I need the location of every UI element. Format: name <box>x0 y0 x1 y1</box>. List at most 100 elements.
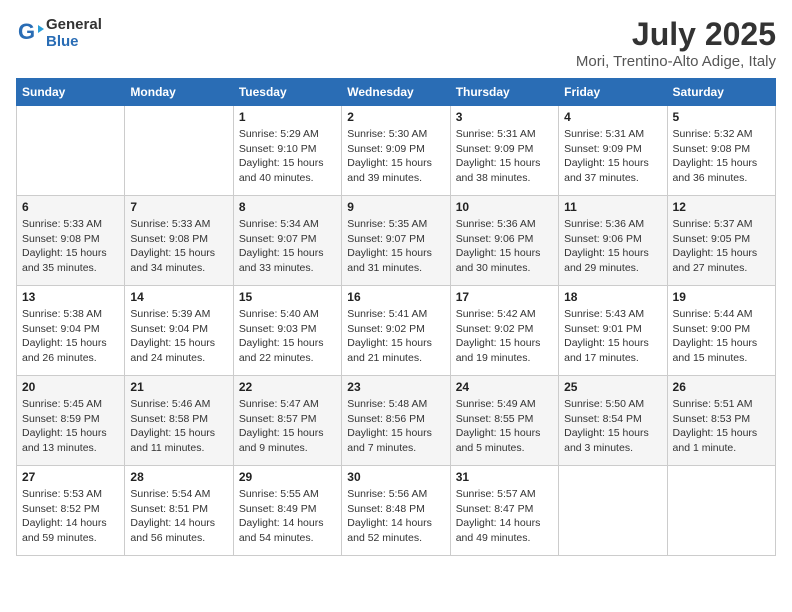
day-number: 14 <box>130 290 227 304</box>
weekday-header-cell: Tuesday <box>233 79 341 106</box>
calendar-cell: 9 Sunrise: 5:35 AM Sunset: 9:07 PM Daylig… <box>342 196 450 286</box>
day-number: 22 <box>239 380 336 394</box>
day-number: 7 <box>130 200 227 214</box>
calendar-body: 1Sunrise: 5:29 AM Sunset: 9:10 PM Daylig… <box>17 106 776 556</box>
calendar-week-row: 27Sunrise: 5:53 AM Sunset: 8:52 PM Dayli… <box>17 466 776 556</box>
day-info: Sunrise: 5:42 AM Sunset: 9:02 PM Dayligh… <box>456 307 553 366</box>
day-info: Sunrise: 5:44 AM Sunset: 9:00 PM Dayligh… <box>673 307 770 366</box>
day-number: 6 <box>22 200 119 214</box>
day-number: 5 <box>673 110 770 124</box>
day-info: Sunrise: 5:35 AM Sunset: 9:07 PM Dayligh… <box>347 217 444 276</box>
day-number: 13 <box>22 290 119 304</box>
logo-icon: G <box>16 19 44 47</box>
calendar-cell: 4Sunrise: 5:31 AM Sunset: 9:09 PM Daylig… <box>559 106 667 196</box>
location-subtitle: Mori, Trentino-Alto Adige, Italy <box>576 53 776 70</box>
logo: G General Blue <box>16 16 102 50</box>
calendar-cell: 16Sunrise: 5:41 AM Sunset: 9:02 PM Dayli… <box>342 286 450 376</box>
day-info: Sunrise: 5:39 AM Sunset: 9:04 PM Dayligh… <box>130 307 227 366</box>
calendar-cell: 27Sunrise: 5:53 AM Sunset: 8:52 PM Dayli… <box>17 466 125 556</box>
day-number: 9 <box>347 200 444 214</box>
day-info: Sunrise: 5:45 AM Sunset: 8:59 PM Dayligh… <box>22 397 119 456</box>
day-number: 15 <box>239 290 336 304</box>
day-info: Sunrise: 5:47 AM Sunset: 8:57 PM Dayligh… <box>239 397 336 456</box>
calendar-cell: 2Sunrise: 5:30 AM Sunset: 9:09 PM Daylig… <box>342 106 450 196</box>
day-number: 10 <box>456 200 553 214</box>
weekday-header-cell: Thursday <box>450 79 558 106</box>
page-header: G General Blue July 2025 Mori, Trentino-… <box>16 16 776 70</box>
calendar-cell: 1Sunrise: 5:29 AM Sunset: 9:10 PM Daylig… <box>233 106 341 196</box>
day-number: 17 <box>456 290 553 304</box>
day-info: Sunrise: 5:33 AM Sunset: 9:08 PM Dayligh… <box>130 217 227 276</box>
day-number: 20 <box>22 380 119 394</box>
day-info: Sunrise: 5:31 AM Sunset: 9:09 PM Dayligh… <box>456 127 553 186</box>
day-info: Sunrise: 5:43 AM Sunset: 9:01 PM Dayligh… <box>564 307 661 366</box>
day-info: Sunrise: 5:34 AM Sunset: 9:07 PM Dayligh… <box>239 217 336 276</box>
day-info: Sunrise: 5:37 AM Sunset: 9:05 PM Dayligh… <box>673 217 770 276</box>
calendar-cell: 15Sunrise: 5:40 AM Sunset: 9:03 PM Dayli… <box>233 286 341 376</box>
day-number: 12 <box>673 200 770 214</box>
weekday-header-cell: Sunday <box>17 79 125 106</box>
day-number: 3 <box>456 110 553 124</box>
calendar-table: SundayMondayTuesdayWednesdayThursdayFrid… <box>16 78 776 556</box>
calendar-cell: 18 Sunrise: 5:43 AM Sunset: 9:01 PM Dayli… <box>559 286 667 376</box>
calendar-cell: 29 Sunrise: 5:55 AM Sunset: 8:49 PM Dayli… <box>233 466 341 556</box>
calendar-cell: 14 Sunrise: 5:39 AM Sunset: 9:04 PM Dayli… <box>125 286 233 376</box>
weekday-header-cell: Friday <box>559 79 667 106</box>
weekday-header-cell: Wednesday <box>342 79 450 106</box>
day-number: 16 <box>347 290 444 304</box>
calendar-cell: 10 Sunrise: 5:36 AM Sunset: 9:06 PM Dayli… <box>450 196 558 286</box>
day-number: 26 <box>673 380 770 394</box>
day-info: Sunrise: 5:38 AM Sunset: 9:04 PM Dayligh… <box>22 307 119 366</box>
day-number: 21 <box>130 380 227 394</box>
day-info: Sunrise: 5:56 AM Sunset: 8:48 PM Dayligh… <box>347 487 444 546</box>
day-info: Sunrise: 5:48 AM Sunset: 8:56 PM Dayligh… <box>347 397 444 456</box>
day-number: 8 <box>239 200 336 214</box>
day-number: 18 <box>564 290 661 304</box>
weekday-header-cell: Saturday <box>667 79 775 106</box>
calendar-cell <box>125 106 233 196</box>
calendar-cell: 3 Sunrise: 5:31 AM Sunset: 9:09 PM Daylig… <box>450 106 558 196</box>
day-info: Sunrise: 5:32 AM Sunset: 9:08 PM Dayligh… <box>673 127 770 186</box>
day-info: Sunrise: 5:29 AM Sunset: 9:10 PM Dayligh… <box>239 127 336 186</box>
calendar-cell: 12 Sunrise: 5:37 AM Sunset: 9:05 PM Dayli… <box>667 196 775 286</box>
day-number: 4 <box>564 110 661 124</box>
day-number: 28 <box>130 470 227 484</box>
logo-text-line1: General <box>46 16 102 33</box>
day-info: Sunrise: 5:49 AM Sunset: 8:55 PM Dayligh… <box>456 397 553 456</box>
day-number: 2 <box>347 110 444 124</box>
calendar-cell: 24Sunrise: 5:49 AM Sunset: 8:55 PM Dayli… <box>450 376 558 466</box>
calendar-cell: 13 Sunrise: 5:38 AM Sunset: 9:04 PM Dayli… <box>17 286 125 376</box>
weekday-header-cell: Monday <box>125 79 233 106</box>
calendar-cell <box>17 106 125 196</box>
day-number: 27 <box>22 470 119 484</box>
calendar-cell: 6 Sunrise: 5:33 AM Sunset: 9:08 PM Daylig… <box>17 196 125 286</box>
day-number: 29 <box>239 470 336 484</box>
day-number: 11 <box>564 200 661 214</box>
day-info: Sunrise: 5:46 AM Sunset: 8:58 PM Dayligh… <box>130 397 227 456</box>
day-info: Sunrise: 5:33 AM Sunset: 9:08 PM Dayligh… <box>22 217 119 276</box>
calendar-cell: 31 Sunrise: 5:57 AM Sunset: 8:47 PM Dayli… <box>450 466 558 556</box>
calendar-cell: 17 Sunrise: 5:42 AM Sunset: 9:02 PM Dayli… <box>450 286 558 376</box>
calendar-week-row: 13 Sunrise: 5:38 AM Sunset: 9:04 PM Dayli… <box>17 286 776 376</box>
calendar-week-row: 6 Sunrise: 5:33 AM Sunset: 9:08 PM Daylig… <box>17 196 776 286</box>
calendar-cell: 26Sunrise: 5:51 AM Sunset: 8:53 PM Dayli… <box>667 376 775 466</box>
calendar-cell <box>667 466 775 556</box>
day-number: 31 <box>456 470 553 484</box>
svg-text:G: G <box>18 19 35 44</box>
calendar-cell: 22 Sunrise: 5:47 AM Sunset: 8:57 PM Dayli… <box>233 376 341 466</box>
calendar-cell: 23Sunrise: 5:48 AM Sunset: 8:56 PM Dayli… <box>342 376 450 466</box>
calendar-cell: 30 Sunrise: 5:56 AM Sunset: 8:48 PM Dayli… <box>342 466 450 556</box>
day-info: Sunrise: 5:36 AM Sunset: 9:06 PM Dayligh… <box>564 217 661 276</box>
calendar-cell <box>559 466 667 556</box>
calendar-cell: 11 Sunrise: 5:36 AM Sunset: 9:06 PM Dayli… <box>559 196 667 286</box>
day-info: Sunrise: 5:55 AM Sunset: 8:49 PM Dayligh… <box>239 487 336 546</box>
month-year-title: July 2025 <box>576 16 776 53</box>
day-info: Sunrise: 5:57 AM Sunset: 8:47 PM Dayligh… <box>456 487 553 546</box>
calendar-cell: 8 Sunrise: 5:34 AM Sunset: 9:07 PM Daylig… <box>233 196 341 286</box>
weekday-header-row: SundayMondayTuesdayWednesdayThursdayFrid… <box>17 79 776 106</box>
logo-text-line2: Blue <box>46 33 102 50</box>
day-info: Sunrise: 5:36 AM Sunset: 9:06 PM Dayligh… <box>456 217 553 276</box>
day-number: 30 <box>347 470 444 484</box>
day-number: 25 <box>564 380 661 394</box>
day-info: Sunrise: 5:50 AM Sunset: 8:54 PM Dayligh… <box>564 397 661 456</box>
